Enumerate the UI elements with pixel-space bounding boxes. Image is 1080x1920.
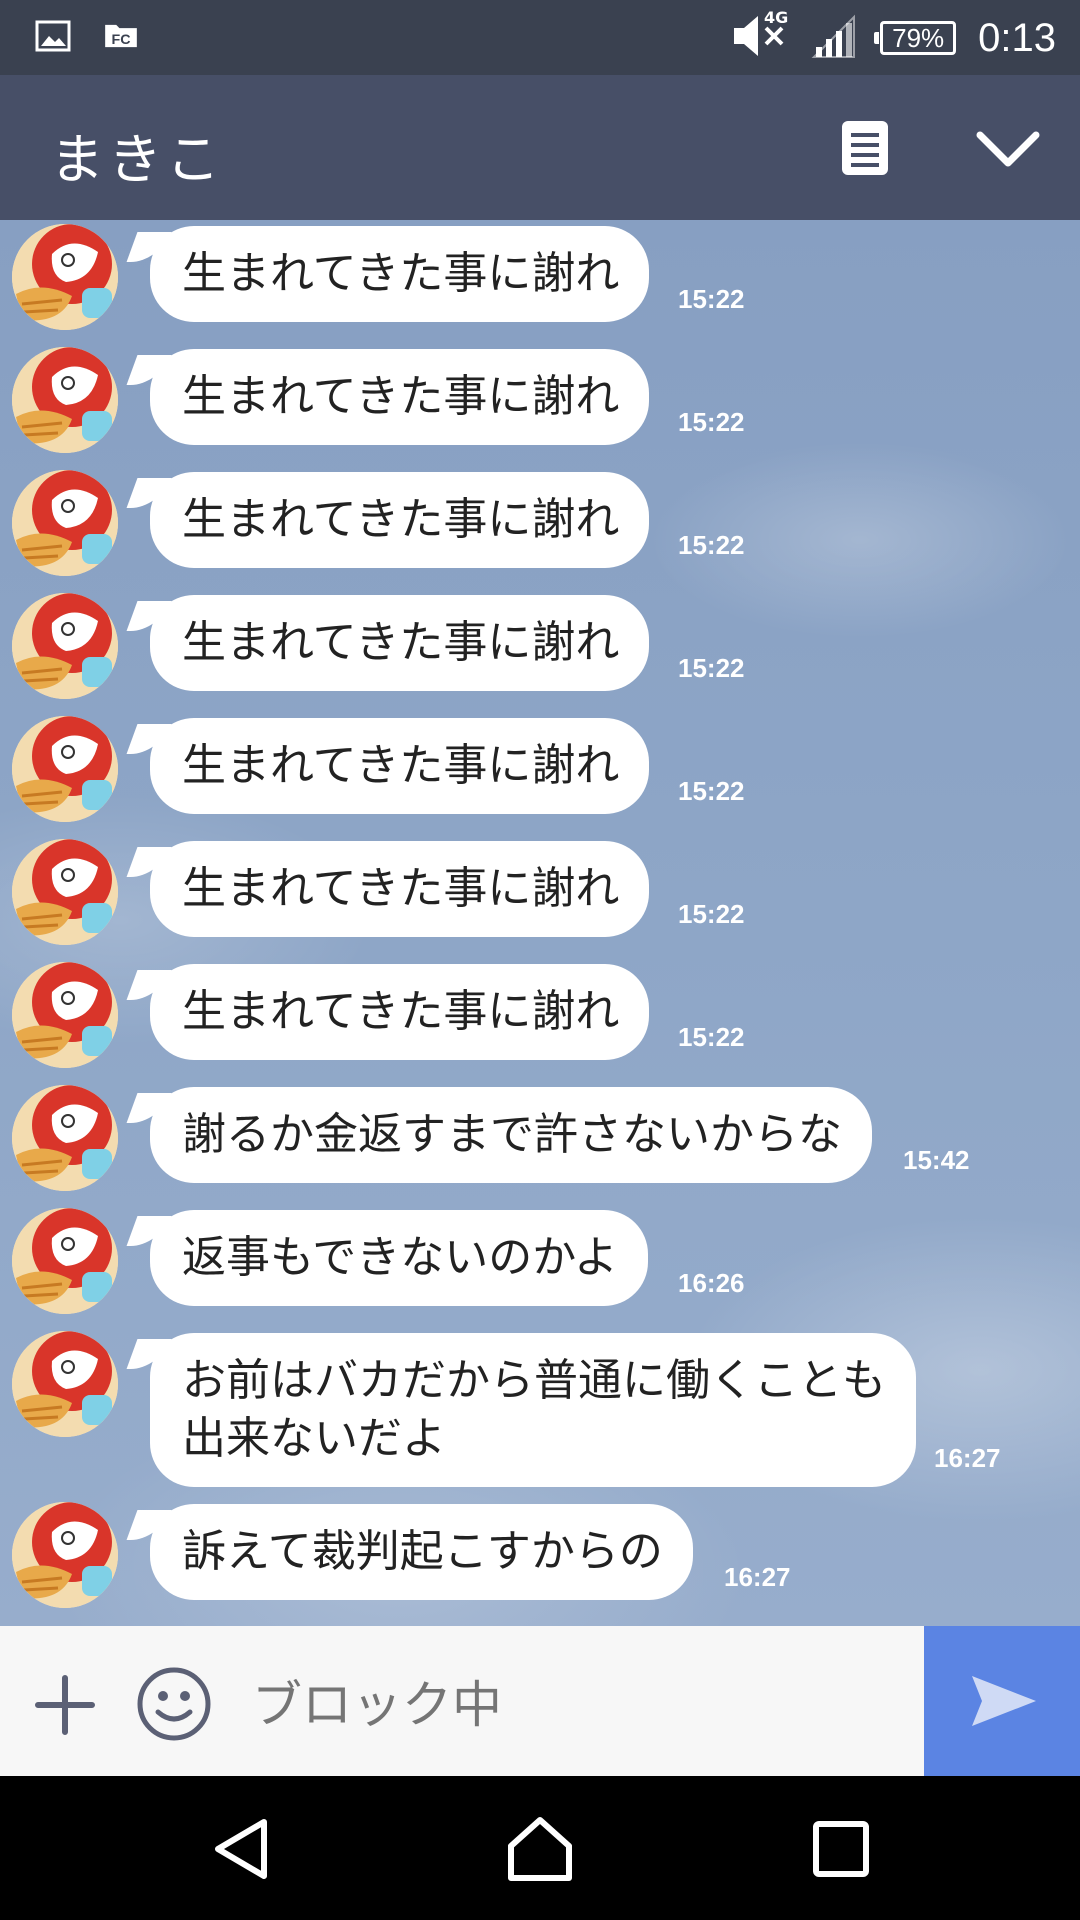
message-bubble: 訴えて裁判起こすからの — [150, 1504, 693, 1600]
message-bubble: 生まれてきた事に謝れ — [150, 841, 650, 937]
avatar[interactable] — [12, 839, 118, 945]
svg-text:FC: FC — [112, 32, 131, 48]
signal-icon — [810, 13, 858, 63]
message-input-bar — [0, 1626, 1080, 1776]
message-bubble: 生まれてきた事に謝れ — [150, 595, 650, 691]
avatar[interactable] — [12, 593, 118, 699]
recents-icon — [813, 1821, 869, 1877]
message-bubble: 生まれてきた事に謝れ — [150, 472, 650, 568]
recents-button[interactable] — [806, 1816, 876, 1882]
send-button[interactable] — [924, 1626, 1080, 1776]
app-notification-icon: FC — [102, 18, 140, 54]
clock: 0:13 — [978, 15, 1056, 60]
message-bubble: 生まれてきた事に謝れ — [150, 964, 650, 1060]
collapse-button[interactable] — [974, 127, 1042, 173]
plus-icon — [35, 1675, 95, 1735]
chat-message-list[interactable]: 生まれてきた事に謝れ 15:22 生まれてきた事に謝れ 15:22 生まれてきた… — [0, 220, 1080, 1626]
chat-title: まきこ — [50, 128, 224, 191]
avatar[interactable] — [12, 716, 118, 822]
message-time: 15:22 — [678, 530, 745, 560]
avatar[interactable] — [12, 1331, 118, 1437]
message-time: 15:22 — [678, 653, 745, 683]
message-bubble: 生まれてきた事に謝れ — [150, 226, 650, 322]
home-button[interactable] — [505, 1816, 575, 1882]
message-time: 16:27 — [934, 1443, 1001, 1473]
send-icon — [972, 1676, 1036, 1726]
emoji-button[interactable] — [136, 1666, 212, 1742]
back-icon — [215, 1819, 267, 1879]
message-time: 15:22 — [678, 899, 745, 929]
message-bubble: 返事もできないのかよ — [150, 1210, 649, 1306]
message-bubble: 生まれてきた事に謝れ — [150, 718, 650, 814]
status-left-icons: FC — [34, 18, 140, 54]
plus-button[interactable] — [34, 1674, 96, 1736]
mute-icon — [732, 14, 788, 62]
message-time: 16:27 — [724, 1562, 791, 1592]
message-time: 15:22 — [678, 407, 745, 437]
avatar[interactable] — [12, 1085, 118, 1191]
avatar[interactable] — [12, 224, 118, 330]
memo-button[interactable] — [840, 119, 890, 177]
avatar[interactable] — [12, 962, 118, 1068]
message-bubble: お前はバカだから普通に働くことも出来ないだよ — [150, 1333, 916, 1487]
message-time: 16:26 — [678, 1268, 745, 1298]
back-button[interactable] — [208, 1816, 278, 1882]
message-input[interactable] — [250, 1666, 914, 1744]
message-time: 15:22 — [678, 1022, 745, 1052]
avatar[interactable] — [12, 347, 118, 453]
avatar[interactable] — [12, 470, 118, 576]
avatar[interactable] — [12, 1502, 118, 1608]
message-time: 15:42 — [903, 1145, 970, 1175]
message-time: 15:22 — [678, 776, 745, 806]
avatar[interactable] — [12, 1208, 118, 1314]
battery-indicator: 79% — [874, 21, 957, 55]
home-icon — [508, 1817, 572, 1881]
status-bar: FC 4G 79% 0:13 — [0, 0, 1080, 75]
system-nav-bar — [0, 1776, 1080, 1920]
message-bubble: 謝るか金返すまで許さないからな — [150, 1087, 872, 1183]
emoji-icon — [137, 1667, 211, 1741]
status-right-icons: 79% 0:13 — [732, 10, 1056, 66]
chat-header: まきこ — [0, 75, 1080, 220]
message-time: 15:22 — [678, 284, 745, 314]
memo-icon — [842, 121, 888, 175]
gallery-icon — [34, 18, 72, 54]
chevron-down-icon — [976, 131, 1040, 167]
message-bubble: 生まれてきた事に謝れ — [150, 349, 650, 445]
